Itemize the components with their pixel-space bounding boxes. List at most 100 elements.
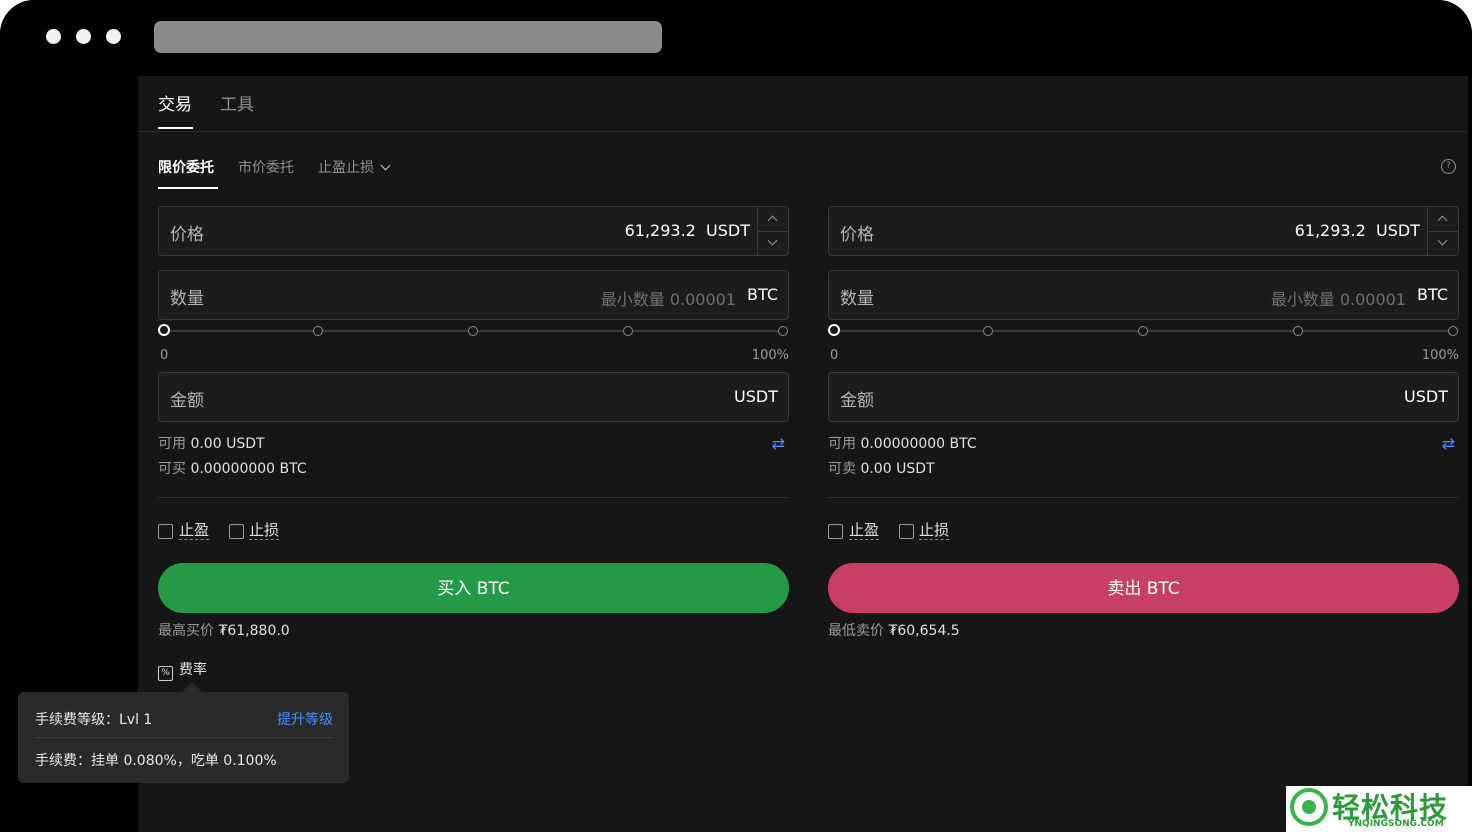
buy-btc-button[interactable]: 买入 BTC — [158, 563, 789, 613]
fee-rate-label: 费率 — [179, 662, 207, 678]
sell-best-price: 最低卖价 ₮60,654.5 — [828, 620, 960, 640]
buy-slider-node-25[interactable] — [313, 326, 323, 336]
order-type-limit[interactable]: 限价委托 — [158, 157, 214, 177]
buy-stop-loss-label[interactable]: 止损 — [249, 522, 280, 540]
order-type-market[interactable]: 市价委托 — [238, 157, 294, 177]
tab-trade[interactable]: 交易 — [158, 90, 192, 115]
buy-price-value[interactable]: 61,293.2 USDT — [625, 221, 750, 240]
sell-amount-field[interactable]: 金额 USDT — [828, 372, 1459, 422]
order-type-tpsl[interactable]: 止盈止损 — [318, 157, 391, 177]
sell-price-field[interactable]: 价格 61,293.2 USDT — [828, 206, 1459, 256]
buy-available-value: 0.00 USDT — [190, 436, 265, 452]
sell-divider — [828, 497, 1459, 498]
browser-window: 交易 工具 限价委托 市价委托 止盈止损 ? 价格 61,293.2 USDT … — [0, 0, 1472, 832]
watermark-logo-icon — [1290, 788, 1328, 826]
buy-panel: 价格 61,293.2 USDT 数量 最小数量 0.00001 BTC 0 1… — [158, 206, 789, 666]
sell-stop-loss-label[interactable]: 止损 — [919, 522, 950, 540]
sell-stop-loss-checkbox[interactable] — [899, 524, 914, 539]
window-minimize-dot[interactable] — [76, 29, 91, 44]
sell-best-price-value: ₮60,654.5 — [888, 623, 960, 639]
buy-slider-min-label: 0 — [160, 348, 169, 363]
sell-slider-node-50[interactable] — [1138, 326, 1148, 336]
chevron-down-icon — [1437, 235, 1448, 246]
order-type-tpsl-label: 止盈止损 — [318, 160, 374, 176]
buy-amount-unit: USDT — [734, 387, 778, 406]
sell-amount-unit: USDT — [1404, 387, 1448, 406]
buy-quantity-unit: BTC — [747, 285, 778, 304]
sell-take-profit-checkbox[interactable] — [828, 524, 843, 539]
active-tab-indicator — [158, 127, 193, 129]
fee-tooltip: 手续费等级：Lvl 1 提升等级 手续费：挂单 0.080%，吃单 0.100% — [18, 692, 349, 783]
window-close-dot[interactable] — [46, 29, 61, 44]
buy-slider-handle[interactable] — [158, 324, 170, 336]
buy-slider-max-label: 100% — [751, 348, 789, 363]
sell-price-decrement[interactable] — [1428, 231, 1458, 256]
buy-take-profit-label[interactable]: 止盈 — [179, 522, 210, 540]
chevron-up-icon — [1437, 215, 1448, 226]
buy-amount-field[interactable]: 金额 USDT — [158, 372, 789, 422]
swap-icon[interactable]: ⇄ — [1442, 434, 1455, 453]
buy-slider-node-75[interactable] — [623, 326, 633, 336]
upgrade-level-link[interactable]: 提升等级 — [277, 709, 333, 729]
buy-slider-node-50[interactable] — [468, 326, 478, 336]
sell-btc-button[interactable]: 卖出 BTC — [828, 563, 1459, 613]
swap-icon[interactable]: ⇄ — [772, 434, 785, 453]
sell-max: 可卖 0.00 USDT — [828, 458, 935, 478]
buy-price-unit: USDT — [706, 221, 750, 240]
buy-max-value: 0.00000000 BTC — [190, 461, 307, 477]
sell-quantity-unit: BTC — [1417, 285, 1448, 304]
buy-available: 可用 0.00 USDT — [158, 433, 265, 453]
chevron-up-icon — [767, 215, 778, 226]
tab-tools[interactable]: 工具 — [220, 90, 254, 115]
buy-stop-loss-checkbox[interactable] — [229, 524, 244, 539]
sell-amount-label: 金额 — [840, 391, 874, 411]
buy-slider-node-100[interactable] — [778, 326, 788, 336]
sell-max-label: 可卖 — [828, 461, 856, 477]
fee-rate-text: 手续费：挂单 0.080%，吃单 0.100% — [35, 753, 277, 769]
buy-price-label: 价格 — [170, 225, 204, 245]
sell-price-stepper[interactable] — [1427, 207, 1458, 255]
buy-price-field[interactable]: 价格 61,293.2 USDT — [158, 206, 789, 256]
buy-take-profit-checkbox[interactable] — [158, 524, 173, 539]
sell-take-profit-label[interactable]: 止盈 — [849, 522, 880, 540]
sell-quantity-label: 数量 — [840, 289, 874, 309]
sell-price-value[interactable]: 61,293.2 USDT — [1295, 221, 1420, 240]
fee-rate-toggle[interactable]: % 费率 — [158, 659, 207, 681]
sell-price-label: 价格 — [840, 225, 874, 245]
fee-level-text: 手续费等级：Lvl 1 — [35, 712, 153, 728]
sell-slider-node-100[interactable] — [1448, 326, 1458, 336]
watermark: 轻松科技 YNQINGSONG.COM — [1286, 786, 1472, 832]
buy-divider — [158, 497, 789, 498]
sell-slider-node-25[interactable] — [983, 326, 993, 336]
sell-price-increment[interactable] — [1428, 207, 1458, 231]
buy-max-label: 可买 — [158, 461, 186, 477]
percent-icon: % — [158, 666, 173, 681]
window-maximize-dot[interactable] — [106, 29, 121, 44]
sell-slider-handle[interactable] — [828, 324, 840, 336]
sell-quantity-field[interactable]: 数量 最小数量 0.00001 BTC — [828, 270, 1459, 320]
sell-available: 可用 0.00000000 BTC — [828, 433, 977, 453]
buy-max: 可买 0.00000000 BTC — [158, 458, 307, 478]
buy-quantity-field[interactable]: 数量 最小数量 0.00001 BTC — [158, 270, 789, 320]
buy-best-price-value: ₮61,880.0 — [218, 623, 290, 639]
title-bar — [0, 0, 1472, 76]
buy-best-price: 最高买价 ₮61,880.0 — [158, 620, 290, 640]
sell-max-value: 0.00 USDT — [860, 461, 935, 477]
buy-amount-label: 金额 — [170, 391, 204, 411]
watermark-logo-dot — [1302, 800, 1316, 814]
buy-price-increment[interactable] — [758, 207, 788, 231]
sell-available-value: 0.00000000 BTC — [860, 436, 977, 452]
buy-price-decrement[interactable] — [758, 231, 788, 256]
help-circle-icon[interactable]: ? — [1441, 159, 1456, 174]
sell-quantity-placeholder: 最小数量 0.00001 — [1270, 290, 1406, 309]
sell-price-number: 61,293.2 — [1294, 221, 1366, 240]
buy-price-stepper[interactable] — [757, 207, 788, 255]
sell-slider-min-label: 0 — [830, 348, 839, 363]
watermark-subtext: YNQINGSONG.COM — [1348, 819, 1444, 829]
sell-slider-node-75[interactable] — [1293, 326, 1303, 336]
sell-slider-max-label: 100% — [1421, 348, 1459, 363]
tooltip-arrow — [182, 682, 202, 692]
address-bar[interactable] — [154, 21, 662, 53]
buy-best-price-label: 最高买价 — [158, 623, 214, 639]
sell-available-label: 可用 — [828, 436, 856, 452]
